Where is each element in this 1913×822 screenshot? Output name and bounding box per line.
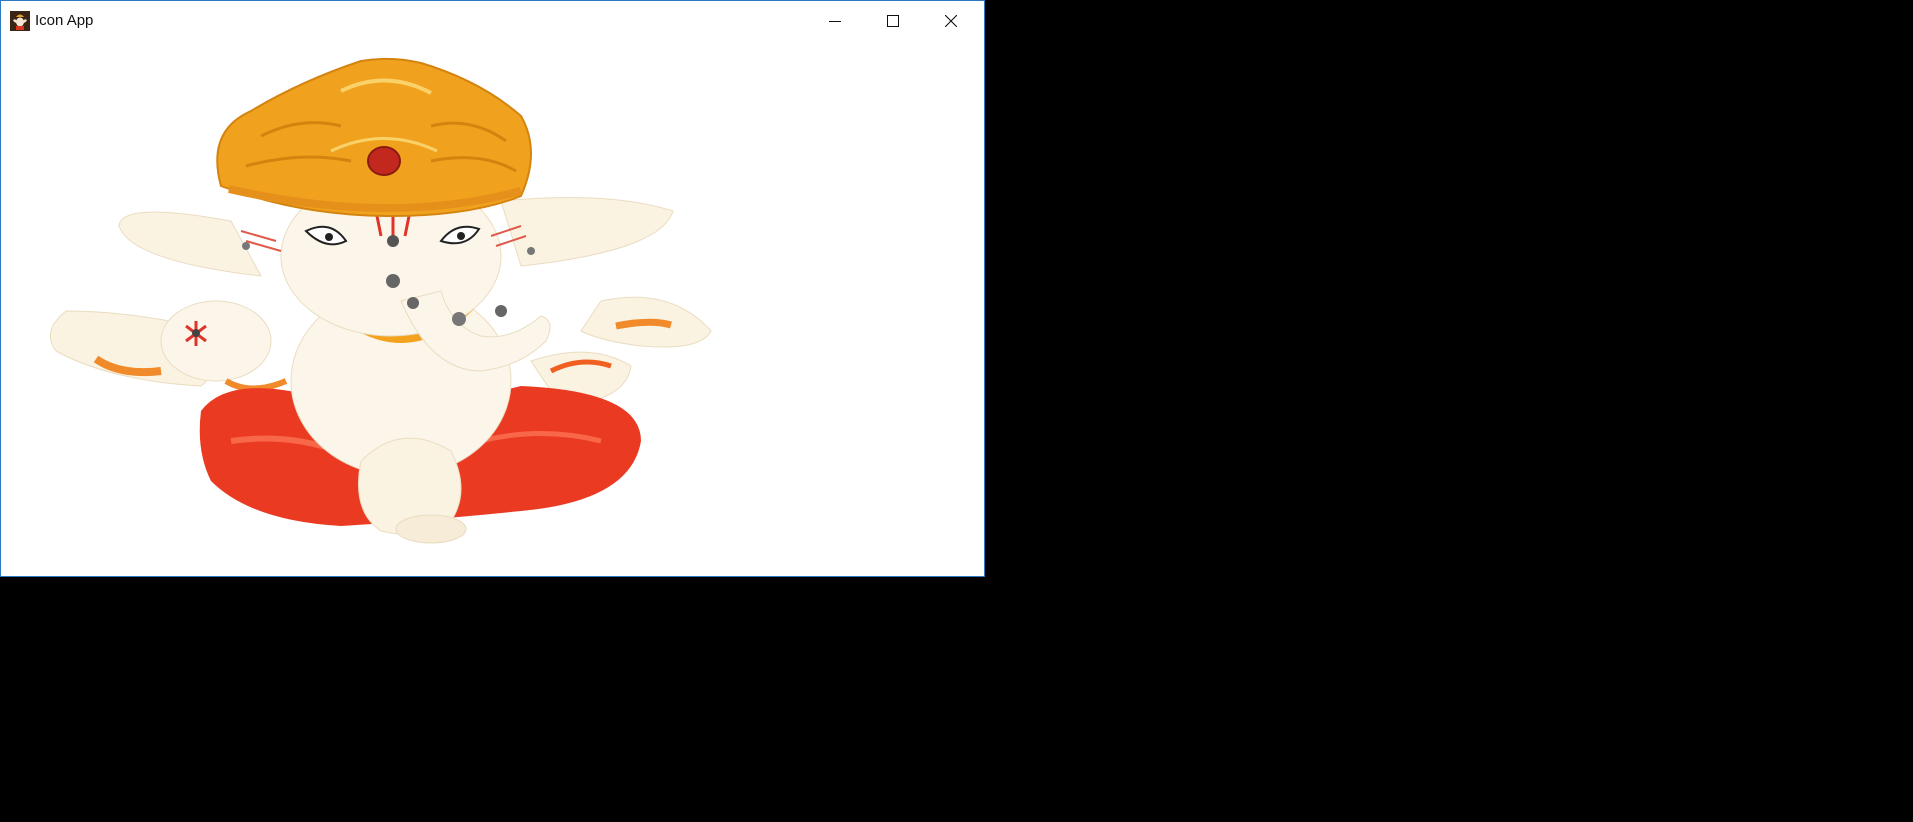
ganesha-idol-image	[1, 41, 984, 576]
image-area	[1, 41, 984, 576]
ganesha-app-icon	[10, 11, 30, 31]
minimize-icon	[829, 21, 841, 22]
maximize-icon	[887, 15, 899, 27]
app-window: Icon App	[0, 0, 985, 577]
close-icon	[945, 15, 957, 27]
window-title: Icon App	[35, 12, 94, 29]
maximize-button[interactable]	[865, 1, 921, 41]
close-button[interactable]	[923, 1, 979, 41]
title-bar[interactable]: Icon App	[1, 1, 984, 41]
minimize-button[interactable]	[807, 1, 863, 41]
